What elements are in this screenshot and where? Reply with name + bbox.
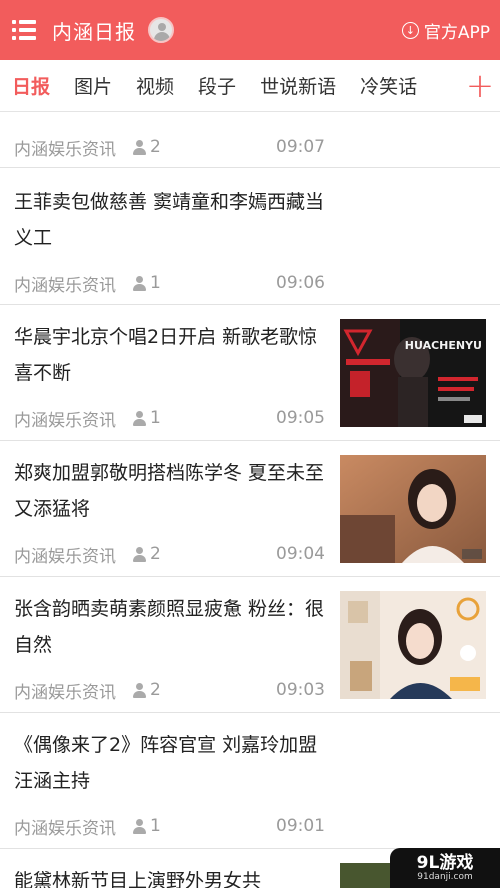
poster-text: HUACHENYU <box>405 339 482 352</box>
app-title: 内涵日报 <box>52 19 136 44</box>
article-title: 郑爽加盟郭敬明搭档陈学冬 夏至未至又添猛将 <box>14 462 325 520</box>
article-time: 09:03 <box>276 680 325 700</box>
avatar-icon[interactable] <box>148 17 174 43</box>
app-root: 内涵日报 ↓ 官方APP 日报 图片 视频 段子 世说新语 冷笑话 + 内涵娱乐… <box>0 0 500 888</box>
article-meta: 内涵娱乐资讯 1 09:06 <box>14 271 326 296</box>
tab-shishuo[interactable]: 世说新语 <box>260 72 336 99</box>
tab-daily[interactable]: 日报 <box>12 72 50 99</box>
tab-videos[interactable]: 视频 <box>136 72 174 99</box>
comment-count: 1 <box>150 816 161 836</box>
list-item[interactable]: 张含韵晒卖萌素颜照显疲惫 粉丝：很自然 内涵娱乐资讯 2 09:03 <box>0 577 500 713</box>
tab-pictures[interactable]: 图片 <box>74 72 112 99</box>
article-time: 09:05 <box>276 408 325 428</box>
add-icon[interactable]: + <box>460 60 500 111</box>
article-thumbnail[interactable] <box>340 455 486 563</box>
person-icon <box>132 410 146 426</box>
article-source: 内涵娱乐资讯 <box>14 275 116 296</box>
article-meta: 内涵娱乐资讯 2 09:07 <box>14 135 326 160</box>
article-source: 内涵娱乐资讯 <box>14 682 116 703</box>
watermark-main: 9L游戏 <box>416 853 474 873</box>
list-item[interactable]: 华晨宇北京个唱2日开启 新歌老歌惊喜不断 内涵娱乐资讯 1 09:05 HUAC… <box>0 305 500 441</box>
article-meta: 内涵娱乐资讯 2 09:03 <box>14 678 326 703</box>
person-icon <box>132 139 146 155</box>
concert-poster-image: HUACHENYU <box>340 319 486 427</box>
person-icon <box>132 546 146 562</box>
article-title: 王菲卖包做慈善 窦靖童和李嫣西藏当义工 <box>14 191 325 249</box>
article-thumbnail[interactable] <box>340 591 486 699</box>
official-app-label: 官方APP <box>423 22 490 43</box>
article-thumbnail[interactable]: HUACHENYU <box>340 319 486 427</box>
article-source: 内涵娱乐资讯 <box>14 410 116 431</box>
watermark-sub: 91danji.com <box>417 872 473 882</box>
top-bar: 内涵日报 ↓ 官方APP <box>0 0 500 60</box>
comment-count: 2 <box>150 680 161 700</box>
article-time: 09:04 <box>276 544 325 564</box>
article-title: 张含韵晒卖萌素颜照显疲惫 粉丝：很自然 <box>14 598 325 656</box>
tab-jokes[interactable]: 段子 <box>198 72 236 99</box>
site-watermark: 9L游戏 91danji.com <box>390 848 500 888</box>
menu-icon[interactable] <box>12 20 36 40</box>
article-title: 能黛林新节目上演野外男女共 <box>14 870 262 888</box>
article-source: 内涵娱乐资讯 <box>14 139 116 160</box>
article-source: 内涵娱乐资讯 <box>14 818 116 839</box>
list-item[interactable]: 王菲卖包做慈善 窦靖童和李嫣西藏当义工 内涵娱乐资讯 1 09:06 <box>0 168 500 305</box>
article-source: 内涵娱乐资讯 <box>14 546 116 567</box>
list-item[interactable]: 《偶像来了2》阵容官宣 刘嘉玲加盟汪涵主持 内涵娱乐资讯 1 09:01 <box>0 713 500 849</box>
article-meta: 内涵娱乐资讯 1 09:01 <box>14 814 326 839</box>
portrait-photo-image <box>340 455 486 563</box>
person-icon <box>132 818 146 834</box>
download-icon: ↓ <box>401 21 419 39</box>
article-time: 09:07 <box>276 137 325 157</box>
selfie-photo-image <box>340 591 486 699</box>
comment-count: 1 <box>150 408 161 428</box>
comment-count: 2 <box>150 137 161 157</box>
category-tabs: 日报 图片 视频 段子 世说新语 冷笑话 + <box>0 60 500 112</box>
person-icon <box>132 682 146 698</box>
article-title: 华晨宇北京个唱2日开启 新歌老歌惊喜不断 <box>14 326 318 384</box>
article-title: 《偶像来了2》阵容官宣 刘嘉玲加盟汪涵主持 <box>14 734 318 792</box>
article-time: 09:01 <box>276 816 325 836</box>
comment-count: 2 <box>150 544 161 564</box>
article-list: 内涵娱乐资讯 2 09:07 王菲卖包做慈善 窦靖童和李嫣西藏当义工 内涵娱乐资… <box>0 113 500 888</box>
tab-cold-jokes[interactable]: 冷笑话 <box>360 72 417 99</box>
comment-count: 1 <box>150 273 161 293</box>
person-icon <box>132 275 146 291</box>
article-meta: 内涵娱乐资讯 1 09:05 <box>14 406 326 431</box>
article-meta: 内涵娱乐资讯 2 09:04 <box>14 542 326 567</box>
list-item[interactable]: 内涵娱乐资讯 2 09:07 <box>0 113 500 168</box>
article-time: 09:06 <box>276 273 325 293</box>
list-item[interactable]: 郑爽加盟郭敬明搭档陈学冬 夏至未至又添猛将 内涵娱乐资讯 2 09:04 <box>0 441 500 577</box>
official-app-button[interactable]: ↓ 官方APP <box>401 18 490 43</box>
